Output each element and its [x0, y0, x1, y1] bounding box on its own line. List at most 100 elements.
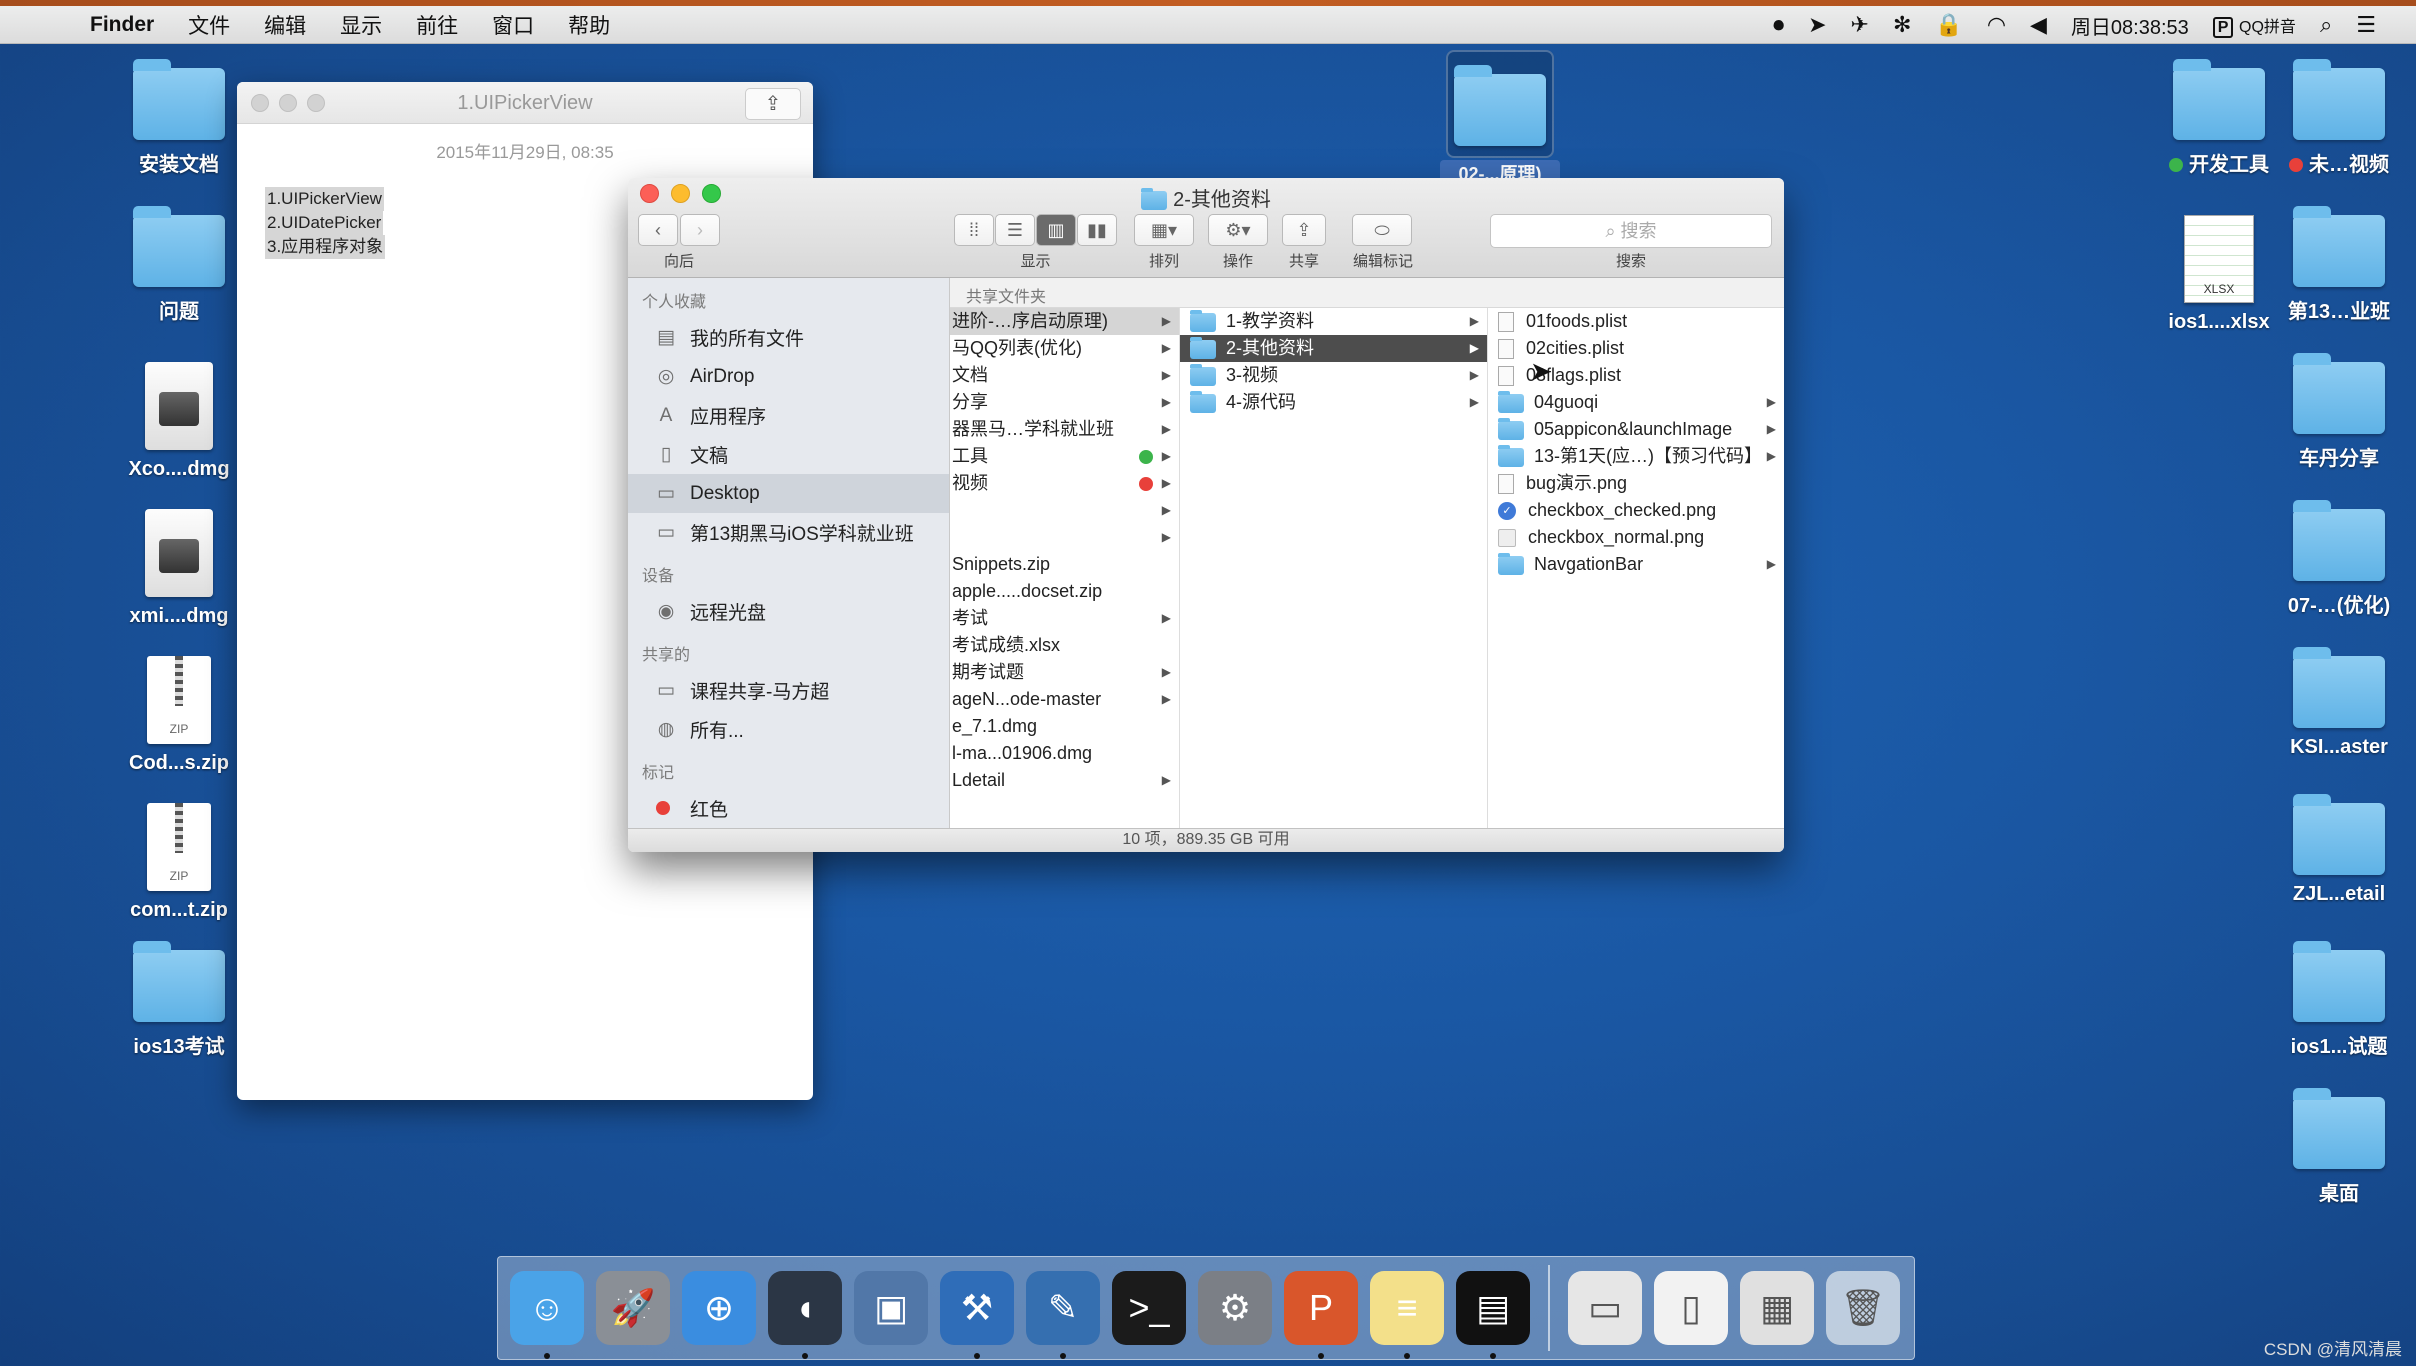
lock-icon[interactable]: 🔒: [1935, 12, 1962, 38]
desktop-icon[interactable]: 桌面: [2254, 1088, 2416, 1206]
menu-file[interactable]: 文件: [188, 10, 230, 40]
list-item[interactable]: Snippets.zip: [950, 551, 1179, 578]
finder-column-2[interactable]: 1-教学资料 ▶ 2-其他资料 ▶ 3-视频 ▶ 4-源代码 ▶: [1180, 308, 1488, 852]
safari-icon[interactable]: ⊕: [682, 1271, 756, 1345]
list-item[interactable]: apple.....docset.zip: [950, 578, 1179, 605]
console-icon[interactable]: ▤: [1456, 1271, 1530, 1359]
desktop-icon[interactable]: 第13…业班: [2254, 206, 2416, 324]
input-method[interactable]: P QQ拼音: [2212, 13, 2296, 38]
list-item[interactable]: e_7.1.dmg: [950, 713, 1179, 740]
list-item[interactable]: ▶: [950, 497, 1179, 524]
desktop-icon[interactable]: 车丹分享: [2254, 353, 2416, 471]
finder-column-1[interactable]: 进阶-…序启动原理) ▶ 马QQ列表(优化) ▶ 文档 ▶ 分享 ▶ 器黑马…学科就业班 ▶ 工具 ▶…: [950, 308, 1180, 852]
instruments-icon[interactable]: ✎: [1026, 1271, 1100, 1359]
sidebar-item[interactable]: ▤ 我的所有文件: [628, 318, 949, 357]
list-item[interactable]: bug演示.png: [1488, 470, 1784, 497]
list-item[interactable]: 2-其他资料 ▶: [1180, 335, 1487, 362]
back-button[interactable]: ‹: [638, 214, 678, 246]
share-button[interactable]: ⇪: [745, 88, 801, 120]
list-item[interactable]: 工具 ▶: [950, 443, 1179, 470]
list-item[interactable]: l-ma...01906.dmg: [950, 740, 1179, 767]
action-button[interactable]: ⚙▾: [1208, 214, 1268, 246]
bluetooth-icon[interactable]: ✻: [1893, 12, 1911, 38]
launchpad-icon[interactable]: 🚀: [596, 1271, 670, 1345]
sidebar-item[interactable]: ◎ AirDrop: [628, 357, 949, 396]
document-line[interactable]: 2.UIDatePicker: [265, 211, 384, 235]
desktop-icon[interactable]: 未…视频: [2254, 59, 2416, 177]
list-item[interactable]: 04guoqi ▶: [1488, 389, 1784, 416]
sidebar-item[interactable]: ▯ 文稿: [628, 435, 949, 474]
sidebar-item[interactable]: A 应用程序: [628, 396, 949, 435]
list-item[interactable]: 3-视频 ▶: [1180, 362, 1487, 389]
desktop-icon[interactable]: 07-…(优化): [2254, 500, 2416, 618]
list-item[interactable]: 考试 ▶: [950, 605, 1179, 632]
list-item[interactable]: 13-第1天(应…)【预习代码】 ▶: [1488, 443, 1784, 470]
arrange-button[interactable]: ▦▾: [1134, 214, 1194, 246]
finder-column-3[interactable]: 01foods.plist 02cities.plist 03flags.plist…: [1488, 308, 1784, 852]
share-button[interactable]: ⇪: [1282, 214, 1326, 246]
sidebar-item[interactable]: 红色: [628, 789, 949, 828]
forward-button[interactable]: ›: [680, 214, 720, 246]
list-item[interactable]: 期考试题 ▶: [950, 659, 1179, 686]
sidebar-item[interactable]: ▭ Desktop: [628, 474, 949, 513]
list-item[interactable]: NavgationBar ▶: [1488, 551, 1784, 578]
sidebar-item[interactable]: ▭ 第13期黑马iOS学科就业班: [628, 513, 949, 552]
edit-tags-button[interactable]: ⬭: [1352, 214, 1412, 246]
document-line[interactable]: 1.UIPickerView: [265, 187, 384, 211]
desktop-icon[interactable]: KSI...aster: [2254, 647, 2416, 759]
keynote-icon[interactable]: ▣: [854, 1271, 928, 1345]
document-line[interactable]: 3.应用程序对象: [265, 235, 386, 259]
spotlight-icon[interactable]: ⌕: [2320, 12, 2332, 38]
list-item[interactable]: 进阶-…序启动原理) ▶: [950, 308, 1179, 335]
menu-help[interactable]: 帮助: [568, 10, 610, 40]
list-item[interactable]: 考试成绩.xlsx: [950, 632, 1179, 659]
menu-go[interactable]: 前往: [416, 10, 458, 40]
column-view-button[interactable]: ▥: [1036, 214, 1076, 246]
coverflow-view-button[interactable]: ▮▮: [1077, 214, 1117, 246]
xcode-icon[interactable]: ⚒: [940, 1271, 1014, 1359]
trash-icon[interactable]: 🗑: [1826, 1271, 1900, 1345]
list-item[interactable]: 分享 ▶: [950, 389, 1179, 416]
list-item[interactable]: Ldetail ▶: [950, 767, 1179, 794]
volume-icon[interactable]: ◀: [2030, 12, 2047, 38]
list-item[interactable]: 05appicon&launchImage ▶: [1488, 416, 1784, 443]
menu-edit[interactable]: 编辑: [264, 10, 306, 40]
terminal-icon[interactable]: >_: [1112, 1271, 1186, 1345]
list-item[interactable]: 器黑马…学科就业班 ▶: [950, 416, 1179, 443]
screen-record-icon[interactable]: ⏺: [1773, 12, 1784, 38]
search-input[interactable]: ⌕ 搜索: [1490, 214, 1772, 248]
list-item[interactable]: 4-源代码 ▶: [1180, 389, 1487, 416]
menubar-clock[interactable]: 周日08:38:53: [2071, 11, 2189, 40]
finder-icon[interactable]: ☺: [510, 1271, 584, 1359]
menu-finder[interactable]: Finder: [90, 13, 154, 37]
list-item[interactable]: ▶: [950, 524, 1179, 551]
menu-window[interactable]: 窗口: [492, 10, 534, 40]
notes-icon[interactable]: ≡: [1370, 1271, 1444, 1359]
powerpoint-icon[interactable]: P: [1284, 1271, 1358, 1359]
list-item[interactable]: ageN...ode-master ▶: [950, 686, 1179, 713]
list-item[interactable]: 视频 ▶: [950, 470, 1179, 497]
sidebar-item[interactable]: ▭ 课程共享-马方超: [628, 671, 949, 710]
preview-doc-icon[interactable]: ▭: [1568, 1271, 1642, 1345]
selected-desktop-icon[interactable]: [1446, 50, 1554, 158]
desktop-icon[interactable]: ios1...试题: [2254, 941, 2416, 1059]
list-item[interactable]: ✓ checkbox_checked.png: [1488, 497, 1784, 524]
list-item[interactable]: checkbox_normal.png: [1488, 524, 1784, 551]
list-item[interactable]: 马QQ列表(优化) ▶: [950, 335, 1179, 362]
wifi-icon[interactable]: ◠: [1987, 12, 2006, 38]
file-doc-icon[interactable]: ▯: [1654, 1271, 1728, 1345]
airplane-icon[interactable]: ✈: [1851, 12, 1869, 38]
menu-view[interactable]: 显示: [340, 10, 382, 40]
list-item[interactable]: 1-教学资料 ▶: [1180, 308, 1487, 335]
desktop-icon[interactable]: ZJL...etail: [2254, 794, 2416, 906]
sidebar-item[interactable]: ◍ 所有...: [628, 710, 949, 749]
system-preferences-icon[interactable]: ⚙: [1198, 1271, 1272, 1345]
location-icon[interactable]: ➤: [1808, 12, 1826, 38]
list-item[interactable]: 文档 ▶: [950, 362, 1179, 389]
window-doc-icon[interactable]: ▦: [1740, 1271, 1814, 1345]
textedit-titlebar[interactable]: 1.UIPickerView ⇪: [237, 82, 813, 124]
list-item[interactable]: 01foods.plist: [1488, 308, 1784, 335]
list-view-button[interactable]: ☰: [995, 214, 1035, 246]
mouse-icon[interactable]: ◖: [768, 1271, 842, 1359]
sidebar-item[interactable]: ◉ 远程光盘: [628, 592, 949, 631]
